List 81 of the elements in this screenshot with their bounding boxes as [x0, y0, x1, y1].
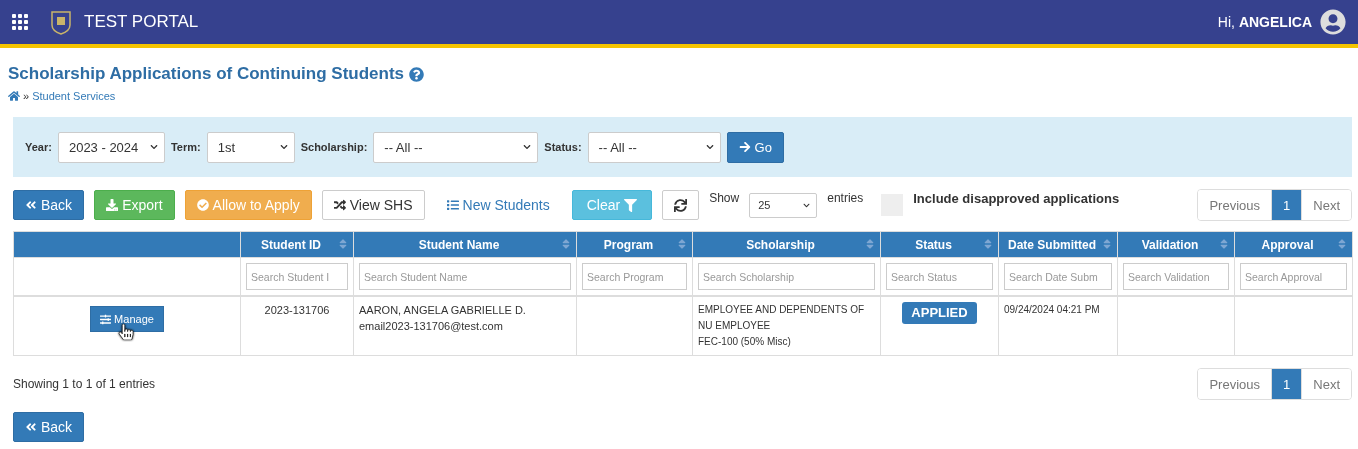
help-icon[interactable]	[409, 66, 425, 82]
page-link[interactable]: 1	[1271, 369, 1302, 399]
sort-icon[interactable]	[982, 238, 994, 250]
scholarship-text: EMPLOYEE AND DEPENDENTS OF NU EMPLOYEE	[698, 303, 866, 333]
student-name: AARON, ANGELA GABRIELLE D.	[359, 303, 527, 318]
go-button[interactable]: Go	[726, 131, 784, 163]
refresh-icon	[674, 198, 688, 212]
toolbar-button[interactable]: New Students	[434, 190, 562, 220]
sort-icon[interactable]	[1336, 238, 1348, 250]
column-header[interactable]: Student Name	[353, 231, 577, 258]
toolbar-button[interactable]: Export	[94, 190, 175, 220]
column-header[interactable]: Scholarship	[692, 231, 881, 258]
sort-icon[interactable]	[864, 238, 876, 250]
sort-icon[interactable]	[1218, 238, 1230, 250]
column-search-field[interactable]: Search Date Subm	[1004, 263, 1112, 290]
status-badge: APPLIED	[902, 302, 977, 324]
portal-title: TEST PORTAL	[84, 12, 199, 32]
download-icon	[106, 199, 119, 211]
toolbar-button[interactable]: Back	[13, 190, 85, 220]
toolbar-button[interactable]: View SHS	[321, 190, 425, 220]
manage-button[interactable]: Manage	[90, 306, 164, 332]
column-header[interactable]: Status	[880, 231, 999, 258]
breadcrumb-link[interactable]: Student Services	[32, 90, 116, 102]
column-header[interactable]: Date Submitted	[998, 231, 1118, 258]
refresh-button[interactable]	[662, 190, 700, 220]
column-search-field[interactable]: Search Status	[886, 263, 993, 290]
column-search-field[interactable]: Search Student I	[246, 263, 348, 290]
apps-grid-icon[interactable]	[12, 14, 28, 30]
sort-icon[interactable]	[560, 238, 572, 250]
filter-select[interactable]: 1st	[206, 131, 295, 163]
entries-select[interactable]: 25	[749, 192, 818, 218]
column-header[interactable]: Program	[576, 231, 693, 258]
column-header[interactable]: Approval	[1234, 231, 1353, 258]
sliders-icon	[100, 313, 112, 325]
arrow-right-icon	[738, 141, 751, 153]
list-icon	[446, 199, 459, 211]
show-label: Show	[709, 191, 740, 205]
page-link[interactable]: Next	[1301, 190, 1351, 220]
column-header[interactable]: Validation	[1117, 231, 1235, 258]
shield-logo-icon	[50, 9, 72, 35]
shuffle-icon	[333, 199, 346, 211]
chevron-down-icon	[279, 143, 288, 151]
checkbox-label: Include disapproved applications	[913, 191, 1120, 206]
filter-label: Year:	[25, 141, 52, 153]
chevron-down-icon	[149, 143, 158, 151]
table-cell: 2023-131706	[264, 304, 330, 316]
student-email: email2023-131706@test.com	[359, 319, 504, 334]
double-chevron-left-icon	[25, 199, 37, 211]
filter-label: Scholarship:	[300, 141, 368, 153]
filter-icon	[624, 198, 638, 212]
avatar-icon[interactable]	[1320, 9, 1346, 35]
breadcrumb-separator: »	[23, 90, 30, 102]
chevron-down-icon	[705, 143, 714, 151]
column-search-field[interactable]: Search Scholarship	[698, 263, 875, 290]
filter-select[interactable]: -- All --	[587, 131, 721, 163]
table-cell: 09/24/2024 04:21 PM	[1004, 304, 1100, 315]
entries-label: entries	[827, 191, 864, 205]
filter-select[interactable]: 2023 - 2024	[57, 131, 165, 163]
double-chevron-left-icon	[25, 421, 37, 433]
filter-label: Status:	[544, 141, 582, 153]
pointer-cursor-icon	[118, 324, 135, 340]
page-link[interactable]: Next	[1301, 369, 1351, 399]
column-search-field[interactable]: Search Validation	[1123, 263, 1229, 290]
sort-icon[interactable]	[676, 238, 688, 250]
column-header[interactable]: Student ID	[240, 231, 354, 258]
home-icon[interactable]	[8, 90, 20, 102]
column-search-field[interactable]: Search Student Name	[359, 263, 571, 290]
chevron-down-icon	[803, 201, 811, 209]
sort-icon[interactable]	[1101, 238, 1113, 250]
filter-select[interactable]: -- All --	[373, 131, 539, 163]
column-search-field[interactable]: Search Program	[582, 263, 687, 290]
chevron-down-icon	[523, 143, 532, 151]
page-title: Scholarship Applications of Continuing Students	[8, 64, 405, 84]
page-link[interactable]: 1	[1271, 190, 1302, 220]
scholarship-text: FEC-100 (50% Misc)	[698, 335, 792, 349]
back-button[interactable]: Back	[13, 412, 85, 442]
user-greeting: Hi, ANGELICA	[1217, 14, 1312, 30]
filter-label: Term:	[170, 141, 201, 153]
table-info: Showing 1 to 1 of 1 entries	[13, 377, 156, 391]
column-search-field[interactable]: Search Approval	[1240, 263, 1347, 290]
sort-icon[interactable]	[337, 238, 349, 250]
